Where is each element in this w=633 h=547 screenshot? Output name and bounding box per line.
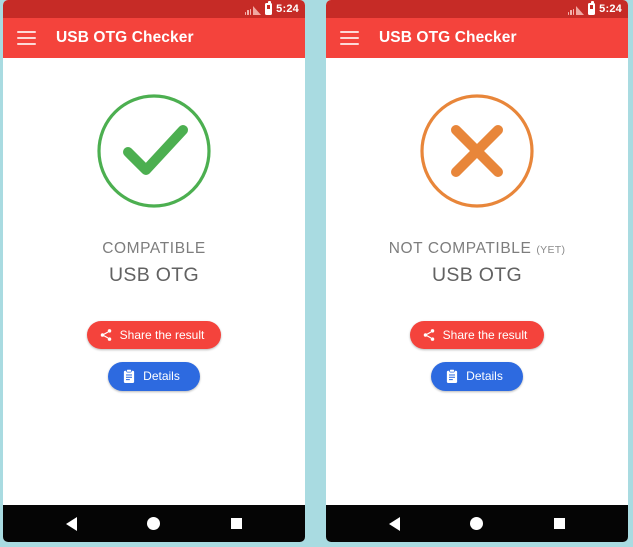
share-result-button[interactable]: Share the result	[86, 320, 222, 349]
status-label: NOT COMPATIBLE (YET)	[389, 240, 566, 259]
status-label-text: COMPATIBLE	[102, 240, 206, 257]
clipboard-icon	[122, 369, 136, 384]
app-bar: USB OTG Checker	[326, 18, 628, 58]
details-button[interactable]: Details	[431, 361, 523, 391]
status-bar-time: 5:24	[276, 2, 299, 15]
status-bar: 5:24	[3, 0, 305, 18]
app-title: USB OTG Checker	[379, 29, 517, 46]
details-button[interactable]: Details	[108, 361, 200, 391]
status-bar-time: 5:24	[599, 2, 622, 15]
main-content-not-compatible: NOT COMPATIBLE (YET) USB OTG Share the r…	[326, 58, 628, 505]
navigation-bar	[3, 505, 305, 542]
status-label-note: (YET)	[536, 244, 566, 256]
result-labels: COMPATIBLE USB OTG	[102, 240, 206, 287]
result-labels: NOT COMPATIBLE (YET) USB OTG	[389, 240, 566, 287]
app-bar: USB OTG Checker	[3, 18, 305, 58]
share-result-button[interactable]: Share the result	[409, 320, 545, 349]
phone-compatible: 5:24 USB OTG Checker COMPATIBLE USB OTG	[3, 0, 305, 542]
share-icon	[99, 328, 113, 342]
share-result-button-label: Share the result	[119, 327, 205, 342]
home-circle-icon[interactable]	[470, 517, 484, 530]
recents-square-icon[interactable]	[553, 518, 565, 529]
navigation-bar	[326, 505, 628, 542]
hamburger-menu-icon[interactable]	[17, 31, 36, 45]
phone-not-compatible: 5:24 USB OTG Checker NOT COMPATIBLE (YET…	[326, 0, 628, 542]
hamburger-menu-icon[interactable]	[340, 31, 359, 45]
feature-label: USB OTG	[432, 263, 522, 286]
status-label: COMPATIBLE	[102, 240, 206, 259]
share-result-button-label: Share the result	[442, 327, 528, 342]
status-label-text: NOT COMPATIBLE	[388, 240, 532, 257]
battery-icon	[265, 1, 273, 15]
feature-label: USB OTG	[109, 263, 199, 286]
battery-icon	[588, 1, 596, 15]
signal-bars-icon	[244, 4, 262, 15]
x-circle-icon	[418, 92, 536, 210]
back-triangle-icon[interactable]	[389, 516, 401, 531]
details-button-label: Details	[466, 369, 503, 384]
status-bar: 5:24	[326, 0, 628, 18]
share-icon	[422, 328, 436, 342]
clipboard-icon	[445, 369, 459, 384]
back-triangle-icon[interactable]	[66, 516, 78, 531]
details-button-label: Details	[143, 369, 180, 384]
check-circle-icon	[95, 92, 213, 210]
main-content-compatible: COMPATIBLE USB OTG Share the result Deta…	[3, 58, 305, 505]
home-circle-icon[interactable]	[147, 517, 161, 530]
signal-bars-icon	[567, 4, 585, 15]
recents-square-icon[interactable]	[230, 518, 242, 529]
app-title: USB OTG Checker	[56, 29, 194, 46]
screenshot-stage: 5:24 USB OTG Checker COMPATIBLE USB OTG	[0, 0, 633, 547]
